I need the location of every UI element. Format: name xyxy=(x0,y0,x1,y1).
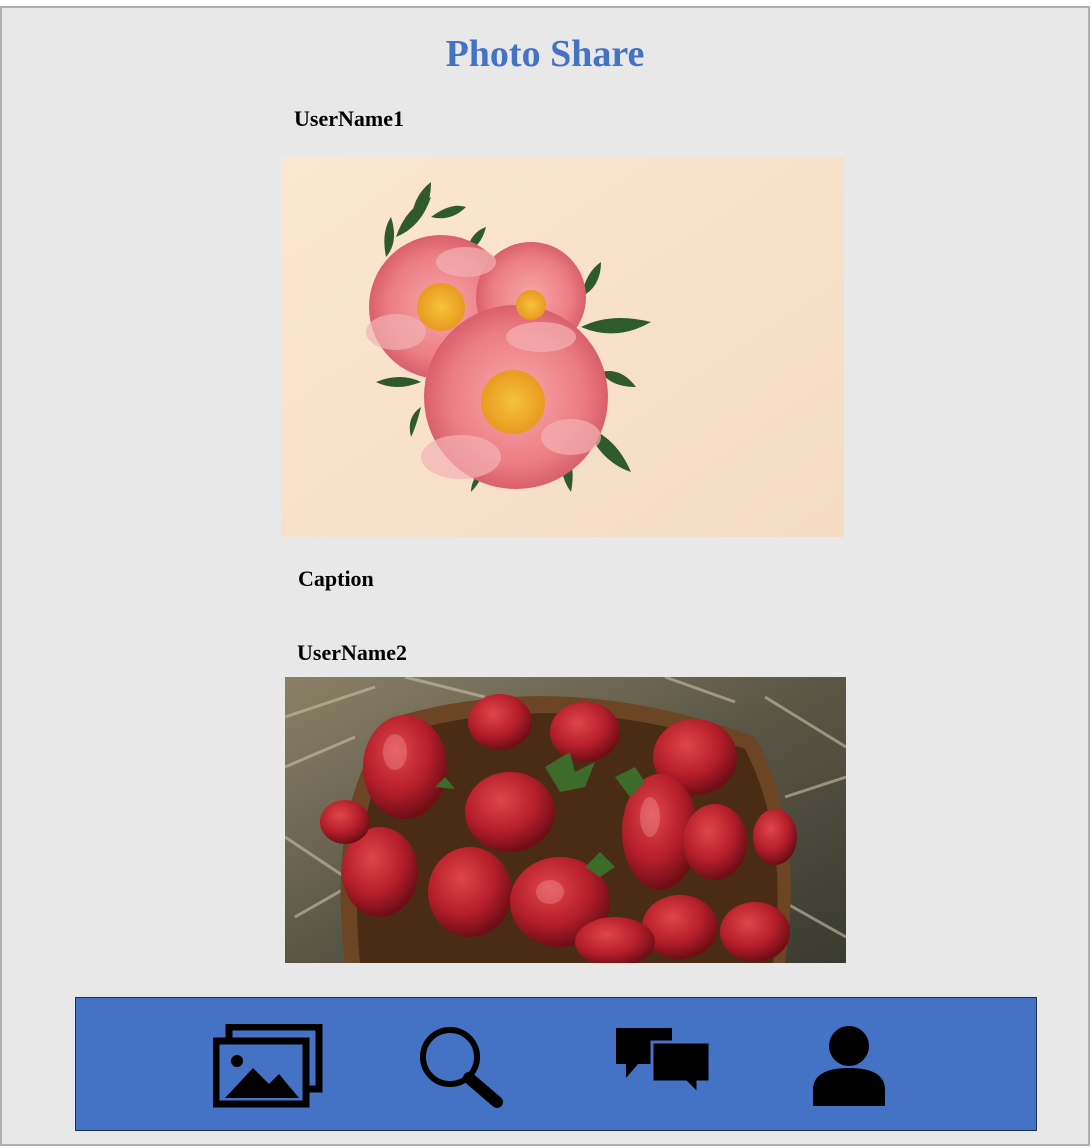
search-icon xyxy=(420,1027,503,1108)
gallery-icon xyxy=(213,1024,323,1108)
nav-gallery-button[interactable] xyxy=(212,1020,324,1112)
bottom-nav-bar xyxy=(75,997,1037,1131)
post-caption: Caption xyxy=(298,566,374,591)
strawberries-image xyxy=(285,677,846,963)
profile-icon xyxy=(813,1026,885,1106)
app-title: Photo Share xyxy=(445,33,645,75)
nav-chat-button[interactable] xyxy=(606,1020,718,1112)
nav-profile-button[interactable] xyxy=(793,1020,905,1112)
post-photo[interactable] xyxy=(285,677,846,963)
app-screen: Photo Share UserName1 Caption UserName2 xyxy=(0,6,1090,1146)
post-photo[interactable] xyxy=(281,157,844,537)
post-username[interactable]: UserName1 xyxy=(294,106,404,132)
chat-icon xyxy=(616,1028,712,1098)
nav-search-button[interactable] xyxy=(406,1020,518,1112)
peony-flowers-image xyxy=(281,157,844,537)
post-username[interactable]: UserName2 xyxy=(297,640,407,666)
